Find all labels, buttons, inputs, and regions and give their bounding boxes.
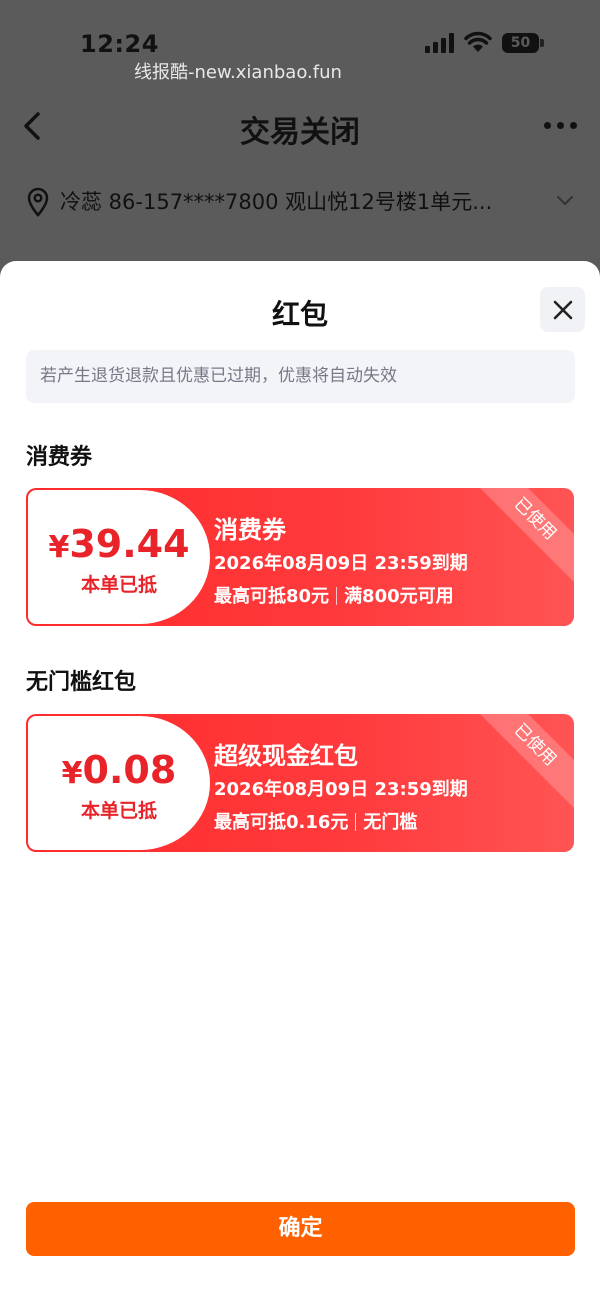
battery-level: 50 [502, 33, 539, 53]
address-row[interactable]: 冷蕊 86-157****7800 观山悦12号楼1单元... [0, 180, 600, 225]
coupon-amount-label: 本单已抵 [80, 574, 157, 596]
notice-banner: 若产生退货退款且优惠已过期，优惠将自动失效 [26, 350, 575, 403]
wifi-icon [464, 31, 492, 52]
close-icon [553, 300, 572, 319]
coupon-amount-label: 本单已抵 [80, 800, 157, 822]
coupon-amount-panel: ¥0.08 本单已抵 [28, 716, 210, 850]
confirm-button[interactable]: 确定 [26, 1202, 575, 1256]
section-title-consumption-coupon: 消费券 [26, 445, 93, 470]
nav-bar: 交易关闭 [0, 95, 600, 160]
coupon-amount: ¥39.44 [48, 522, 190, 566]
coupon-terms: 最高可抵80元 满800元可用 [214, 586, 454, 607]
battery-icon: 50 [502, 33, 544, 53]
used-badge: 已使用 [469, 714, 574, 811]
close-button[interactable] [540, 287, 585, 332]
page-title: 交易关闭 [240, 115, 360, 150]
coupon-expiry: 2026年08月09日 23:59到期 [214, 553, 468, 574]
section-title-no-threshold-packet: 无门槛红包 [26, 670, 137, 695]
coupon-amount: ¥0.08 [61, 748, 177, 792]
coupon-amount-panel: ¥39.44 本单已抵 [28, 490, 210, 624]
coupon-name: 消费券 [214, 516, 286, 544]
watermark-text: 线报酷-new.xianbao.fun [134, 62, 342, 83]
coupon-card[interactable]: ¥39.44 本单已抵 消费券 2026年08月09日 23:59到期 最高可抵… [26, 488, 574, 626]
background-page: 12:24 50 线报酷-new.xianbao.fun 交易关闭 冷蕊 86-… [0, 0, 600, 270]
signal-icon [425, 33, 454, 53]
coupon-card[interactable]: ¥0.08 本单已抵 超级现金红包 2026年08月09日 23:59到期 最高… [26, 714, 574, 852]
used-badge: 已使用 [469, 488, 574, 585]
coupon-terms: 最高可抵0.16元 无门槛 [214, 812, 418, 833]
more-icon[interactable] [544, 115, 578, 135]
chevron-down-icon[interactable] [555, 194, 575, 208]
location-pin-icon [27, 187, 49, 217]
address-text: 冷蕊 86-157****7800 观山悦12号楼1单元... [60, 190, 493, 214]
coupon-expiry: 2026年08月09日 23:59到期 [214, 779, 468, 800]
coupon-name: 超级现金红包 [214, 742, 358, 770]
sheet-title: 红包 [271, 298, 328, 331]
status-time: 12:24 [80, 30, 159, 58]
red-packet-sheet: 红包 若产生退货退款且优惠已过期，优惠将自动失效 消费券 ¥39.44 本单已抵… [0, 261, 600, 1303]
